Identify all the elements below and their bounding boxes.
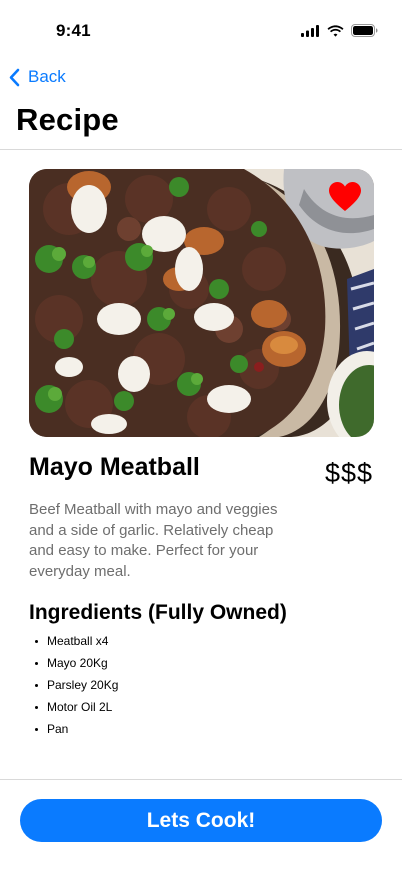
header-divider <box>0 149 402 150</box>
wifi-icon <box>327 24 344 37</box>
ingredient-item: Parsley 20Kg <box>29 674 118 696</box>
recipe-description: Beef Meatball with mayo and veggies and … <box>29 501 278 580</box>
chevron-left-icon <box>9 68 20 86</box>
ingredient-item: Pan <box>29 718 118 740</box>
status-bar: 9:41 <box>0 0 402 62</box>
status-icons <box>301 24 378 37</box>
page-title: Recipe <box>16 102 119 137</box>
recipe-name: Mayo Meatball <box>29 453 200 481</box>
recipe-photo <box>29 169 374 437</box>
cellular-signal-icon <box>301 24 319 37</box>
footer-divider <box>0 779 402 780</box>
ingredient-item: Meatball x4 <box>29 630 118 652</box>
favorite-heart-icon[interactable] <box>328 181 362 213</box>
recipe-price: $$$ <box>324 458 373 488</box>
ingredient-item: Mayo 20Kg <box>29 652 118 674</box>
lets-cook-button[interactable]: Lets Cook! <box>20 799 382 842</box>
status-time: 9:41 <box>56 21 91 40</box>
ingredient-item: Motor Oil 2L <box>29 696 118 718</box>
back-button[interactable]: Back <box>8 64 66 90</box>
ingredients-list: Meatball x4 Mayo 20Kg Parsley 20Kg Motor… <box>29 630 118 740</box>
battery-icon <box>351 24 378 37</box>
back-button-label: Back <box>28 67 66 86</box>
recipe-screen: 9:41 Back Recipe Mayo Meatball $$$ Beef … <box>0 0 402 874</box>
ingredients-title: Ingredients (Fully Owned) <box>29 601 287 624</box>
